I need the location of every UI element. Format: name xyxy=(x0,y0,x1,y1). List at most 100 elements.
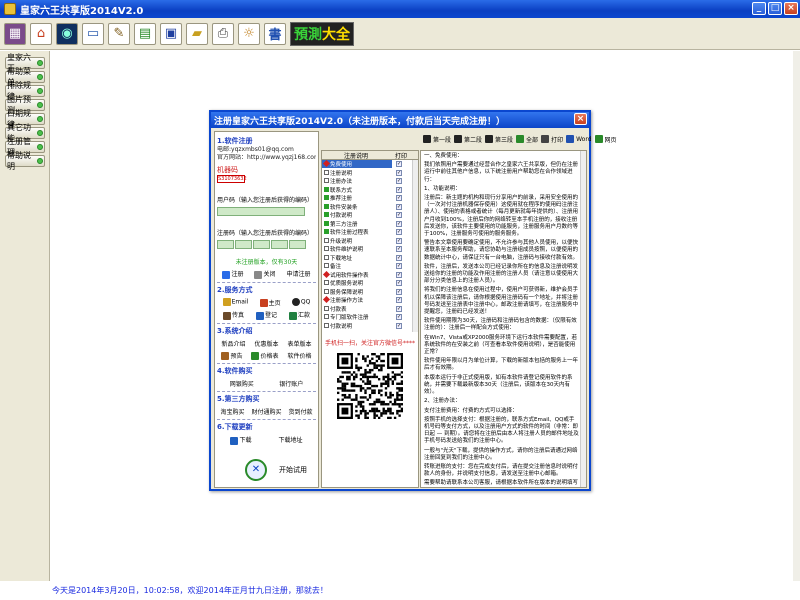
list-item[interactable]: 软件注册过程表 ✓ xyxy=(322,228,418,237)
register-button[interactable]: 注册 xyxy=(222,269,244,279)
third-link-tenpay[interactable]: 财付通购买 xyxy=(251,407,281,416)
sidebar-item-8[interactable]: 帮助说明 xyxy=(5,151,45,171)
print-checkbox[interactable]: ✓ xyxy=(396,169,402,176)
about-link-form[interactable]: 表单版本 xyxy=(287,339,311,348)
list-item[interactable]: 专门版软件注册 ✓ xyxy=(322,313,418,322)
content-toolbar-button[interactable]: 第三段 xyxy=(485,135,513,144)
third-link-cod[interactable]: 货到付款 xyxy=(288,407,312,416)
remit-button[interactable]: 汇款 xyxy=(288,310,310,320)
register-code-input[interactable] xyxy=(217,240,234,249)
user-code-input[interactable] xyxy=(217,207,305,216)
print-checkbox[interactable]: ✓ xyxy=(396,246,402,253)
list-item[interactable]: 下载地址 ✓ xyxy=(322,254,418,263)
print-checkbox[interactable]: ✓ xyxy=(396,322,402,329)
list-item[interactable]: 注册说明 ✓ xyxy=(322,169,418,178)
folder-icon[interactable]: ▰ xyxy=(186,22,208,45)
list-item[interactable]: 注册办法 ✓ xyxy=(322,177,418,186)
email-button[interactable]: Email xyxy=(222,298,248,307)
download-address-link[interactable]: 下载地址 xyxy=(278,435,302,444)
chart-icon[interactable]: ▤ xyxy=(134,22,156,45)
list-item[interactable]: 软件安装条 ✓ xyxy=(322,203,418,212)
list-item[interactable]: 优质服务说明 ✓ xyxy=(322,279,418,288)
register-code-input[interactable] xyxy=(271,240,288,249)
print-checkbox[interactable]: ✓ xyxy=(396,220,402,227)
list-item[interactable]: 软件维护说明 ✓ xyxy=(322,245,418,254)
list-item[interactable]: 注册操作方法 ✓ xyxy=(322,296,418,305)
globe-icon[interactable]: ◉ xyxy=(56,22,78,45)
print-checkbox[interactable]: ✓ xyxy=(396,271,402,278)
content-toolbar-button[interactable]: 网页 xyxy=(594,135,617,144)
close-button[interactable]: × xyxy=(784,2,798,15)
about-link-discount[interactable]: 优惠版本 xyxy=(254,339,278,348)
maximize-button[interactable]: □ xyxy=(768,2,782,15)
trial-link[interactable]: 开始试用 xyxy=(279,465,307,475)
content-scrollbar[interactable] xyxy=(580,151,586,487)
list-item[interactable]: 备注 ✓ xyxy=(322,262,418,271)
print-checkbox[interactable]: ✓ xyxy=(396,280,402,287)
list-item[interactable]: 推荐注册 ✓ xyxy=(322,194,418,203)
exit-button[interactable]: 关闭 xyxy=(254,269,276,279)
about-link-new[interactable]: 新品介绍 xyxy=(221,339,245,348)
print-checkbox[interactable]: ✓ xyxy=(396,186,402,193)
house-icon[interactable]: ⌂ xyxy=(30,22,52,45)
print-checkbox[interactable]: ✓ xyxy=(396,195,402,202)
monitor-icon[interactable]: ▭ xyxy=(82,22,104,45)
print-checkbox[interactable]: ✓ xyxy=(396,178,402,185)
print-checkbox[interactable]: ✓ xyxy=(396,305,402,312)
print-checkbox[interactable]: ✓ xyxy=(396,161,402,168)
minimize-button[interactable]: _ xyxy=(752,2,766,15)
col-header-print[interactable]: 打印 xyxy=(390,151,412,160)
status-dot-icon xyxy=(37,144,43,150)
content-toolbar-button[interactable]: 第二段 xyxy=(454,135,482,144)
list-item[interactable]: 第三方注册 ✓ xyxy=(322,220,418,229)
register-code-input[interactable] xyxy=(253,240,270,249)
calligraphy-icon[interactable]: 書 xyxy=(264,22,286,45)
print-checkbox[interactable]: ✓ xyxy=(396,237,402,244)
print-checkbox[interactable]: ✓ xyxy=(396,288,402,295)
dialog-close-button[interactable]: × xyxy=(574,113,587,125)
content-toolbar-button[interactable]: 第一段 xyxy=(423,135,451,144)
download-button[interactable]: 下载 xyxy=(230,435,252,445)
home-button[interactable]: 主页 xyxy=(259,298,281,307)
about-link-price[interactable]: 软件价格 xyxy=(287,351,311,360)
print-checkbox[interactable]: ✓ xyxy=(396,229,402,236)
qq-button[interactable]: QQ xyxy=(291,298,310,307)
list-item[interactable]: 付款说明 ✓ xyxy=(322,322,418,331)
list-item[interactable]: 免费使用 ✓ xyxy=(322,160,418,169)
pay-link-account[interactable]: 银行账户 xyxy=(279,379,303,388)
site-line[interactable]: 官方网站：http://www.yqzj168.com xyxy=(217,154,316,162)
register-code-input[interactable] xyxy=(235,240,252,249)
print-checkbox[interactable]: ✓ xyxy=(396,212,402,219)
log-button[interactable]: 登记 xyxy=(255,310,277,320)
printer-icon[interactable]: ⎙ xyxy=(212,22,234,45)
list-scrollbar[interactable] xyxy=(412,160,418,332)
print-checkbox[interactable]: ✓ xyxy=(396,263,402,270)
print-checkbox[interactable]: ✓ xyxy=(396,254,402,261)
save-icon[interactable]: ▣ xyxy=(160,22,182,45)
tool-icon[interactable]: ☼ xyxy=(238,22,260,45)
list-item[interactable]: 联系方式 ✓ xyxy=(322,186,418,195)
register-code-input[interactable] xyxy=(289,240,306,249)
calendar-icon[interactable]: ▦ xyxy=(4,22,26,45)
preview-button[interactable]: 预告 xyxy=(221,351,243,360)
price-button[interactable]: 价格表 xyxy=(251,351,279,360)
col-header-name[interactable]: 注册说明 xyxy=(322,151,390,160)
print-checkbox[interactable]: ✓ xyxy=(396,203,402,210)
print-checkbox[interactable]: ✓ xyxy=(396,314,402,321)
notepad-icon[interactable]: ✎ xyxy=(108,22,130,45)
list-item[interactable]: 付款表 ✓ xyxy=(322,305,418,314)
pay-link-bank[interactable]: 网银购买 xyxy=(230,379,254,388)
content-toolbar-button[interactable]: 全部 xyxy=(516,135,538,144)
main-scrollbar[interactable] xyxy=(793,51,800,581)
third-link-taobao[interactable]: 淘宝购买 xyxy=(220,407,244,416)
list-item[interactable]: 付款说明 ✓ xyxy=(322,211,418,220)
fax-button[interactable]: 传真 xyxy=(222,310,244,320)
apply-button[interactable]: 申请注册 xyxy=(286,269,310,278)
list-item[interactable]: 试用软件操作表 ✓ xyxy=(322,270,418,280)
forecast-banner[interactable]: 預測 大全 xyxy=(290,21,354,46)
content-toolbar-button[interactable]: 打印 xyxy=(541,135,563,144)
print-checkbox[interactable]: ✓ xyxy=(396,297,402,304)
list-item[interactable]: 升级说明 ✓ xyxy=(322,237,418,246)
content-toolbar-button[interactable]: Word xyxy=(566,135,592,143)
list-item[interactable]: 服务保障说明 ✓ xyxy=(322,288,418,297)
